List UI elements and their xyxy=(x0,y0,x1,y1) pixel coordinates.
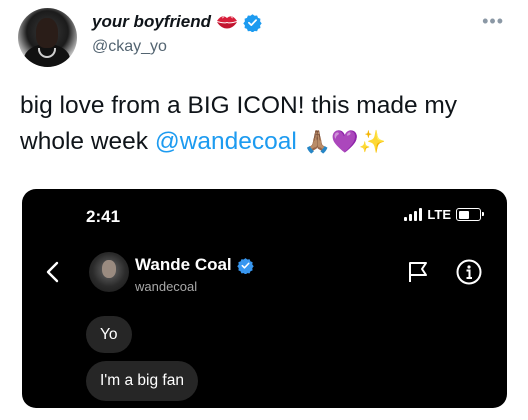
attached-screenshot[interactable]: 2:41 LTE Wande Coal wandecoal Yo I'm a b… xyxy=(22,189,507,408)
author-avatar[interactable] xyxy=(18,8,77,67)
author-handle[interactable]: @ckay_yo xyxy=(92,38,167,56)
contact-verified-badge-icon xyxy=(236,257,254,274)
contact-name-row: Wande Coal xyxy=(135,255,254,275)
status-bar-indicators: LTE xyxy=(404,207,484,222)
tweet-text: big love from a BIG ICON! this made my w… xyxy=(20,88,500,160)
contact-name[interactable]: Wande Coal xyxy=(135,255,232,275)
chevron-left-icon[interactable] xyxy=(44,260,62,284)
tweet-emojis: 🙏🏽💜✨ xyxy=(303,129,386,154)
kiss-mark-icon xyxy=(217,16,238,29)
contact-handle: wandecoal xyxy=(135,279,198,294)
more-options-icon[interactable]: ••• xyxy=(482,12,504,30)
cellular-signal-icon xyxy=(404,208,423,221)
battery-icon xyxy=(456,208,484,221)
author-name-row: your boyfriend xyxy=(92,12,262,32)
message-bubble[interactable]: Yo xyxy=(86,316,132,353)
tweet-header: your boyfriend @ckay_yo ••• xyxy=(18,8,510,68)
status-bar-time: 2:41 xyxy=(86,207,121,226)
mention-link[interactable]: @wandecoal xyxy=(155,128,297,155)
contact-avatar[interactable] xyxy=(89,252,129,292)
flag-icon[interactable] xyxy=(407,260,429,284)
message-bubble[interactable]: I'm a big fan xyxy=(86,361,198,401)
author-display-name[interactable]: your boyfriend xyxy=(92,12,211,32)
verified-badge-icon xyxy=(243,13,262,32)
avatar-face xyxy=(36,18,58,48)
info-icon[interactable] xyxy=(456,259,482,285)
network-type: LTE xyxy=(427,207,451,222)
